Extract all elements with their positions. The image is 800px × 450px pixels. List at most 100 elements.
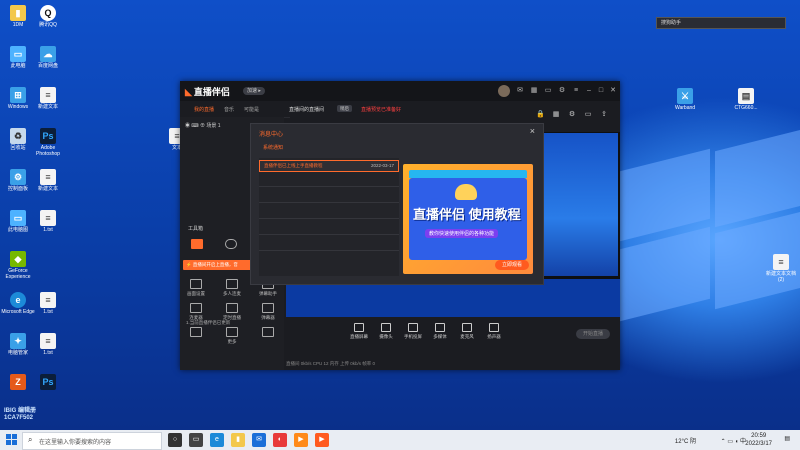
desktop-icon[interactable]: e Microsoft Edge (1, 292, 35, 315)
desktop-icon[interactable]: ≡ 新建文本 (31, 87, 65, 110)
desktop-icon[interactable]: Z (1, 374, 35, 391)
tool-item[interactable]: 连麦器 (183, 303, 209, 321)
tool-icon (262, 303, 274, 313)
tool-beauty[interactable] (184, 239, 210, 251)
tool-item[interactable]: 更多 (219, 327, 245, 345)
watch-now-button[interactable]: 立即观看 (495, 260, 529, 270)
gear-icon[interactable]: ⚙ (558, 87, 566, 95)
weather-widget[interactable]: 12°C 阴 (675, 436, 696, 445)
desktop-icon[interactable]: ▭ 此电脑图 (1, 210, 35, 233)
source-control[interactable]: 多媒体 (427, 323, 453, 340)
tab-other[interactable]: 可能是 (244, 106, 259, 113)
tool-item[interactable] (183, 327, 209, 339)
tool-item[interactable] (255, 327, 281, 339)
desktop-icon[interactable]: ≡ 1.txt (31, 292, 65, 315)
tool-item[interactable]: 定时直播 (219, 303, 245, 321)
eye-icon[interactable]: ◉ ⌨ ⊕ (185, 123, 206, 129)
start-live-button[interactable]: 开始直播 (576, 329, 610, 339)
tool-item[interactable]: 画面设置 (183, 279, 209, 297)
notification-icon[interactable]: ▤ (784, 435, 790, 442)
divider (259, 186, 399, 187)
desktop-icon[interactable]: Ps Adobe Photoshop (31, 128, 65, 157)
taskbar-app-icon[interactable]: ▭ (189, 433, 203, 447)
doc-icon: ≡ (40, 169, 56, 185)
lock-icon[interactable]: 🔒 (536, 111, 545, 119)
menu-icon[interactable]: ≡ (572, 87, 580, 95)
tray-icons[interactable]: ⌃ ▭ ◖ 中 (721, 436, 746, 445)
close-icon[interactable]: ✕ (609, 87, 617, 95)
settings-icon[interactable]: ⚙ (568, 111, 576, 119)
desktop-icon[interactable]: ⚔ Warband (668, 88, 702, 111)
desktop-icon[interactable]: ≡ 新建文本 (31, 169, 65, 192)
source-control[interactable]: 扬声器 (481, 323, 507, 340)
doc-icon: ≡ (773, 254, 789, 270)
desktop-icon-label: 新建文本文档 (2) (765, 271, 796, 283)
scene-row[interactable]: ◉ ⌨ ⊕ 场景 1 (185, 122, 221, 129)
desktop-icon[interactable]: ▤ CTG660... (729, 88, 763, 111)
windows-logo-icon (6, 440, 11, 445)
taskbar-app-icon[interactable]: ◐ (273, 433, 287, 447)
taskbar-app-icon[interactable]: e (210, 433, 224, 447)
source-control[interactable]: 麦克风 (454, 323, 480, 340)
live-tip-banner[interactable]: ⚡ 直播间开启上直播，音 (183, 260, 254, 270)
list-item[interactable]: 直播伴侣已上线上手直播教程 2022-03-17 (259, 160, 399, 172)
ps-icon: Ps (40, 374, 56, 390)
desktop-icon-label: Adobe Photoshop (36, 145, 60, 157)
section-title[interactable]: 系统通知 (263, 144, 283, 151)
share-icon[interactable]: ⇪ (600, 111, 608, 119)
taskbar-app-icon[interactable]: ○ (168, 433, 182, 447)
desktop-icon[interactable]: ▮ 1DM (1, 5, 35, 28)
tab-my-live[interactable]: 我的直播 (194, 106, 214, 113)
tab-music[interactable]: 音乐 (224, 106, 234, 113)
scene-chip[interactable]: 稍后 (337, 105, 352, 112)
desktop-icon[interactable]: ≡ 1.txt (31, 210, 65, 233)
dialog-title: 消息中心 (259, 132, 284, 138)
version-badge[interactable]: 加速 ▸ (243, 87, 265, 95)
ps-icon: Ps (40, 128, 56, 144)
source-control[interactable]: 直播屏幕 (346, 323, 372, 340)
desktop-icon[interactable]: Ps (31, 374, 65, 391)
tool-item[interactable]: 多人连麦 (219, 279, 245, 297)
calendar-icon[interactable]: ▦ (530, 87, 538, 95)
tool-icon (190, 327, 202, 337)
edge-icon: e (10, 292, 26, 308)
taskbar-app-icon[interactable]: ▶ (315, 433, 329, 447)
tool-item[interactable]: 弹幕器 (255, 303, 281, 321)
desktop-icon[interactable]: ⚙ 控制面板 (1, 169, 35, 192)
desktop-icon-label: Windows (7, 104, 29, 110)
floating-assistant-tag[interactable]: 搜狗助手 (656, 17, 786, 29)
tool-user[interactable] (218, 239, 244, 251)
desktop-icon[interactable]: ♻ 回收站 (1, 128, 35, 151)
close-icon[interactable]: × (530, 126, 535, 136)
desktop-icon[interactable]: ▭ 此电脑 (1, 46, 35, 69)
source-controls: 直播屏幕 摄像头 手机投屏 多媒体 麦克风 扬声器 (286, 317, 620, 347)
display-icon[interactable]: ▭ (584, 111, 592, 119)
desktop-icon[interactable]: ☁ 百度网盘 (31, 46, 65, 69)
clock[interactable]: 20:59 2022/3/17 (745, 432, 772, 448)
minimize-icon[interactable]: – (585, 87, 593, 95)
avatar[interactable] (498, 85, 510, 97)
maximize-icon[interactable]: □ (597, 87, 605, 95)
source-control[interactable]: 摄像头 (373, 323, 399, 340)
taskbar: ⌕ 在这里输入你要搜索的内容 ○ ▭ e ▮ ✉ ◐ ▶ ▶ 12°C 阴 ⌃ ▭ ◖ 中 2… (0, 430, 800, 450)
desktop-icon[interactable]: ◆ GeForce Experience (1, 251, 35, 280)
desktop-icon[interactable]: ⊞ Windows (1, 87, 35, 110)
taskbar-app-icon[interactable]: ▮ (231, 433, 245, 447)
taskbar-app-icon[interactable]: ✉ (252, 433, 266, 447)
taskbar-search-input[interactable]: ⌕ 在这里输入你要搜索的内容 (22, 432, 162, 450)
taskbar-app-icon[interactable]: ▶ (294, 433, 308, 447)
desktop-icon[interactable]: ≡ 1.txt (31, 333, 65, 356)
divider (259, 218, 399, 219)
desktop-icon[interactable] (31, 251, 65, 268)
start-button[interactable] (6, 434, 18, 446)
desktop-icon[interactable]: Q 腾讯QQ (31, 5, 65, 28)
display-icon[interactable]: ▭ (544, 87, 552, 95)
source-control[interactable]: 手机投屏 (400, 323, 426, 340)
app-icon: ⚔ (677, 88, 693, 104)
grid-icon[interactable]: ▦ (552, 111, 560, 119)
mail-icon[interactable]: ✉ (516, 87, 524, 95)
app-logo: ◣ 直播伴侣 (185, 85, 230, 98)
desktop-icon[interactable]: ≡ 新建文本文档 (2) (764, 254, 798, 283)
desktop-icon[interactable]: ✦ 电脑管家 (1, 333, 35, 356)
tutorial-promo-image[interactable]: 直播伴侣 使用教程 教你快速使用伴侣的各种功能 立即观看 (403, 164, 533, 274)
